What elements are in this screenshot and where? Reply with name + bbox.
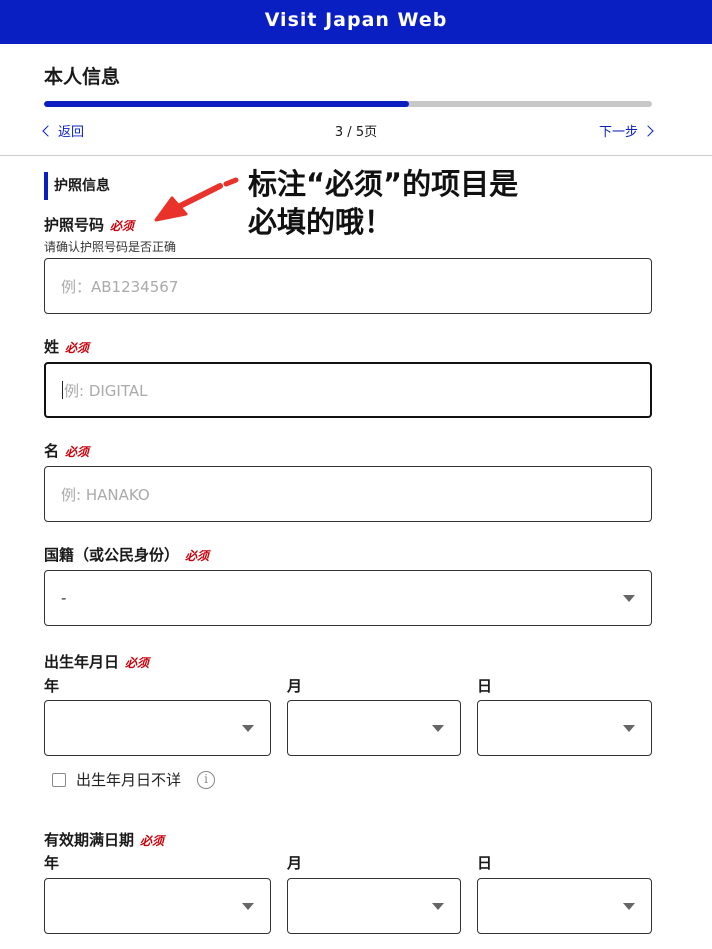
surname-placeholder: 例: DIGITAL: [64, 381, 148, 400]
nationality-value: -: [61, 589, 67, 607]
required-badge: 必须: [185, 549, 210, 563]
text-caret: [62, 381, 63, 399]
annotation-arrow-icon: [154, 177, 239, 222]
birth-year-select[interactable]: [44, 700, 271, 756]
required-badge: 必须: [125, 656, 150, 670]
expiry-year-label: 年: [44, 854, 60, 872]
app-header: Visit Japan Web: [0, 0, 712, 44]
dropdown-arrow-icon: [242, 725, 254, 732]
expiry-date-label-text: 有效期满日期: [44, 831, 135, 849]
progress-fill: [44, 101, 409, 107]
surname-input[interactable]: 例: DIGITAL: [44, 362, 652, 418]
birth-day-label: 日: [477, 677, 493, 695]
page-title: 本人信息: [44, 66, 121, 88]
expiry-month-label: 月: [287, 854, 303, 872]
annotation-line-2: 必填的哦！: [248, 205, 394, 239]
annotation-line-1: 标注“必须”的项目是: [248, 167, 519, 201]
birth-date-unknown-checkbox[interactable]: [52, 772, 66, 787]
passport-placeholder: 例：AB1234567: [61, 277, 179, 296]
birth-month-select[interactable]: [287, 700, 461, 756]
required-badge: 必须: [140, 834, 165, 848]
passport-label-text: 护照号码: [44, 216, 105, 234]
passport-hint: 请确认护照号码是否正确: [44, 240, 177, 254]
given-name-label: 名必须: [44, 440, 89, 461]
dropdown-arrow-icon: [623, 595, 635, 602]
passport-number-input[interactable]: 例：AB1234567: [44, 258, 652, 314]
given-name-input[interactable]: 例: HANAKO: [44, 466, 652, 522]
expiry-date-label: 有效期满日期 必须: [44, 829, 164, 850]
required-badge: 必须: [65, 445, 90, 459]
birth-month-label: 月: [287, 677, 303, 695]
progress-bar: [44, 101, 652, 107]
expiry-year-select[interactable]: [44, 878, 271, 934]
expiry-day-label: 日: [477, 854, 493, 872]
section-title: 护照信息: [44, 172, 110, 200]
nationality-select[interactable]: -: [44, 570, 652, 626]
dropdown-arrow-icon: [242, 903, 254, 910]
surname-label-text: 姓: [44, 338, 60, 356]
given-name-label-text: 名: [44, 442, 60, 460]
next-button[interactable]: 下一步: [598, 121, 654, 140]
dropdown-arrow-icon: [432, 903, 444, 910]
birth-date-unknown-label[interactable]: 出生年月日不详: [76, 769, 181, 790]
dropdown-arrow-icon: [432, 725, 444, 732]
given-name-placeholder: 例: HANAKO: [61, 485, 150, 504]
required-badge: 必须: [110, 219, 135, 233]
surname-label: 姓必须: [44, 336, 89, 357]
birth-date-label-text: 出生年月日: [44, 653, 120, 671]
birth-date-label: 出生年月日 必须: [44, 651, 149, 672]
chevron-right-icon: [642, 124, 654, 137]
annotation-text: 标注“必须”的项目是 必填的哦！: [248, 165, 518, 241]
required-badge: 必须: [65, 341, 90, 355]
dropdown-arrow-icon: [623, 725, 635, 732]
next-label: 下一步: [598, 125, 638, 140]
dropdown-arrow-icon: [623, 903, 635, 910]
expiry-day-select[interactable]: [477, 878, 652, 934]
expiry-month-select[interactable]: [287, 878, 461, 934]
birth-year-label: 年: [44, 677, 60, 695]
divider: [0, 155, 712, 156]
passport-label: 护照号码 必须: [44, 214, 134, 235]
nationality-label: 国籍（或公民身份） 必须: [44, 544, 209, 565]
info-icon[interactable]: i: [197, 770, 216, 789]
nationality-label-text: 国籍（或公民身份）: [44, 546, 180, 564]
birth-date-unknown-row: 出生年月日不详 i: [52, 769, 216, 790]
birth-day-select[interactable]: [477, 700, 652, 756]
